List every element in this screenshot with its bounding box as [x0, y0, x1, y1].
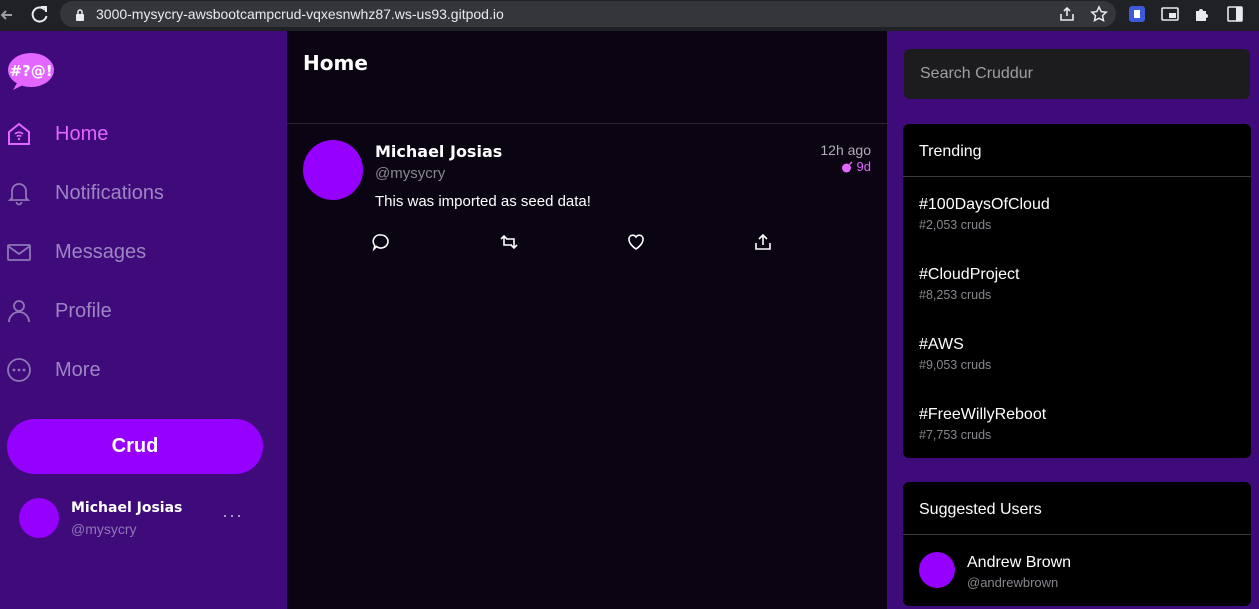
- nav-item-more[interactable]: More: [0, 351, 287, 391]
- nav-label-notifications: Notifications: [55, 182, 164, 204]
- profile-name: Michael Josias: [71, 500, 183, 516]
- home-icon: [6, 121, 32, 147]
- share-icon[interactable]: [753, 232, 773, 252]
- search-input[interactable]: [904, 49, 1250, 99]
- trending-count: #2,053 cruds: [919, 218, 992, 232]
- share-icon[interactable]: [1058, 5, 1076, 23]
- browser-toolbar: 3000-mysycry-awsbootcampcrud-vqxesnwhz87…: [0, 0, 1259, 31]
- trending-item[interactable]: #FreeWillyReboot #7,753 cruds: [919, 406, 1239, 456]
- side-panel-icon[interactable]: [1226, 5, 1244, 23]
- avatar[interactable]: [303, 140, 363, 200]
- left-sidebar: #?@! Home Notifications Messages Profile…: [0, 31, 287, 609]
- post-timestamp: 12h ago: [820, 142, 871, 158]
- trending-tag: #100DaysOfCloud: [919, 196, 1050, 213]
- extensions-puzzle-icon[interactable]: [1193, 5, 1211, 23]
- activity-item[interactable]: Michael Josias @mysycry 12h ago 9d This …: [287, 124, 887, 264]
- main-feed: Home Michael Josias @mysycry 12h ago 9d …: [287, 31, 887, 609]
- post-author-handle[interactable]: @mysycry: [375, 165, 445, 182]
- svg-text:#?@!: #?@!: [9, 62, 52, 80]
- picture-in-picture-icon[interactable]: [1161, 5, 1179, 23]
- reload-icon[interactable]: [30, 4, 50, 26]
- trending-item[interactable]: #CloudProject #8,253 cruds: [919, 266, 1239, 316]
- ellipsis-circle-icon: [6, 357, 32, 383]
- post-message: This was imported as seed data!: [375, 193, 591, 210]
- trending-count: #8,253 cruds: [919, 288, 992, 302]
- post-author-name[interactable]: Michael Josias: [375, 142, 502, 161]
- post-expiry: 9d: [841, 159, 871, 174]
- trending-title: Trending: [919, 143, 982, 160]
- user-icon: [6, 298, 32, 324]
- nav-label-messages: Messages: [55, 241, 147, 263]
- avatar[interactable]: [919, 552, 955, 588]
- trending-tag: #FreeWillyReboot: [919, 406, 1047, 423]
- post-actions: [371, 232, 771, 256]
- profile-handle: @mysycry: [71, 521, 137, 537]
- url-text[interactable]: 3000-mysycry-awsbootcampcrud-vqxesnwhz87…: [96, 6, 504, 22]
- repost-icon[interactable]: [499, 232, 519, 252]
- trending-item[interactable]: #100DaysOfCloud #2,053 cruds: [919, 196, 1239, 246]
- suggested-user-name[interactable]: Andrew Brown: [967, 554, 1071, 572]
- nav-label-home: Home: [55, 123, 109, 145]
- trending-count: #7,753 cruds: [919, 428, 992, 442]
- nav-label-more: More: [55, 359, 101, 381]
- post-expiry-text: 9d: [856, 159, 871, 174]
- envelope-icon: [6, 239, 32, 265]
- heart-icon[interactable]: [626, 232, 646, 252]
- profile-card[interactable]: Michael Josias @mysycry ···: [0, 491, 287, 561]
- suggested-user-handle[interactable]: @andrewbrown: [967, 575, 1058, 590]
- nav-item-profile[interactable]: Profile: [0, 292, 287, 332]
- divider: [903, 534, 1251, 535]
- page-title: Home: [303, 51, 368, 75]
- bell-icon: [6, 180, 32, 206]
- reply-icon[interactable]: [371, 232, 391, 252]
- avatar: [19, 498, 59, 538]
- suggested-users-title: Suggested Users: [919, 501, 1042, 518]
- nav-item-notifications[interactable]: Notifications: [0, 174, 287, 214]
- bomb-icon: [841, 160, 853, 172]
- right-sidebar: Trending #100DaysOfCloud #2,053 cruds #C…: [887, 31, 1259, 609]
- back-arrow-icon[interactable]: [0, 6, 14, 24]
- suggested-users-panel: Suggested Users Andrew Brown @andrewbrow…: [903, 482, 1251, 606]
- bookmark-star-icon[interactable]: [1090, 5, 1108, 23]
- nav-item-home[interactable]: Home: [0, 115, 287, 155]
- trending-tag: #CloudProject: [919, 266, 1020, 283]
- nav-item-messages[interactable]: Messages: [0, 233, 287, 273]
- trending-count: #9,053 cruds: [919, 358, 992, 372]
- trending-item[interactable]: #AWS #9,053 cruds: [919, 336, 1239, 386]
- crud-button[interactable]: Crud: [7, 419, 263, 474]
- extension-badge-icon[interactable]: [1128, 5, 1146, 23]
- lock-icon[interactable]: [75, 8, 85, 21]
- trending-tag: #AWS: [919, 336, 964, 353]
- profile-more-button[interactable]: ···: [222, 505, 246, 525]
- trending-panel: Trending #100DaysOfCloud #2,053 cruds #C…: [903, 124, 1251, 458]
- divider: [903, 176, 1251, 177]
- nav-label-profile: Profile: [55, 300, 112, 322]
- cruddur-logo[interactable]: #?@!: [7, 51, 55, 91]
